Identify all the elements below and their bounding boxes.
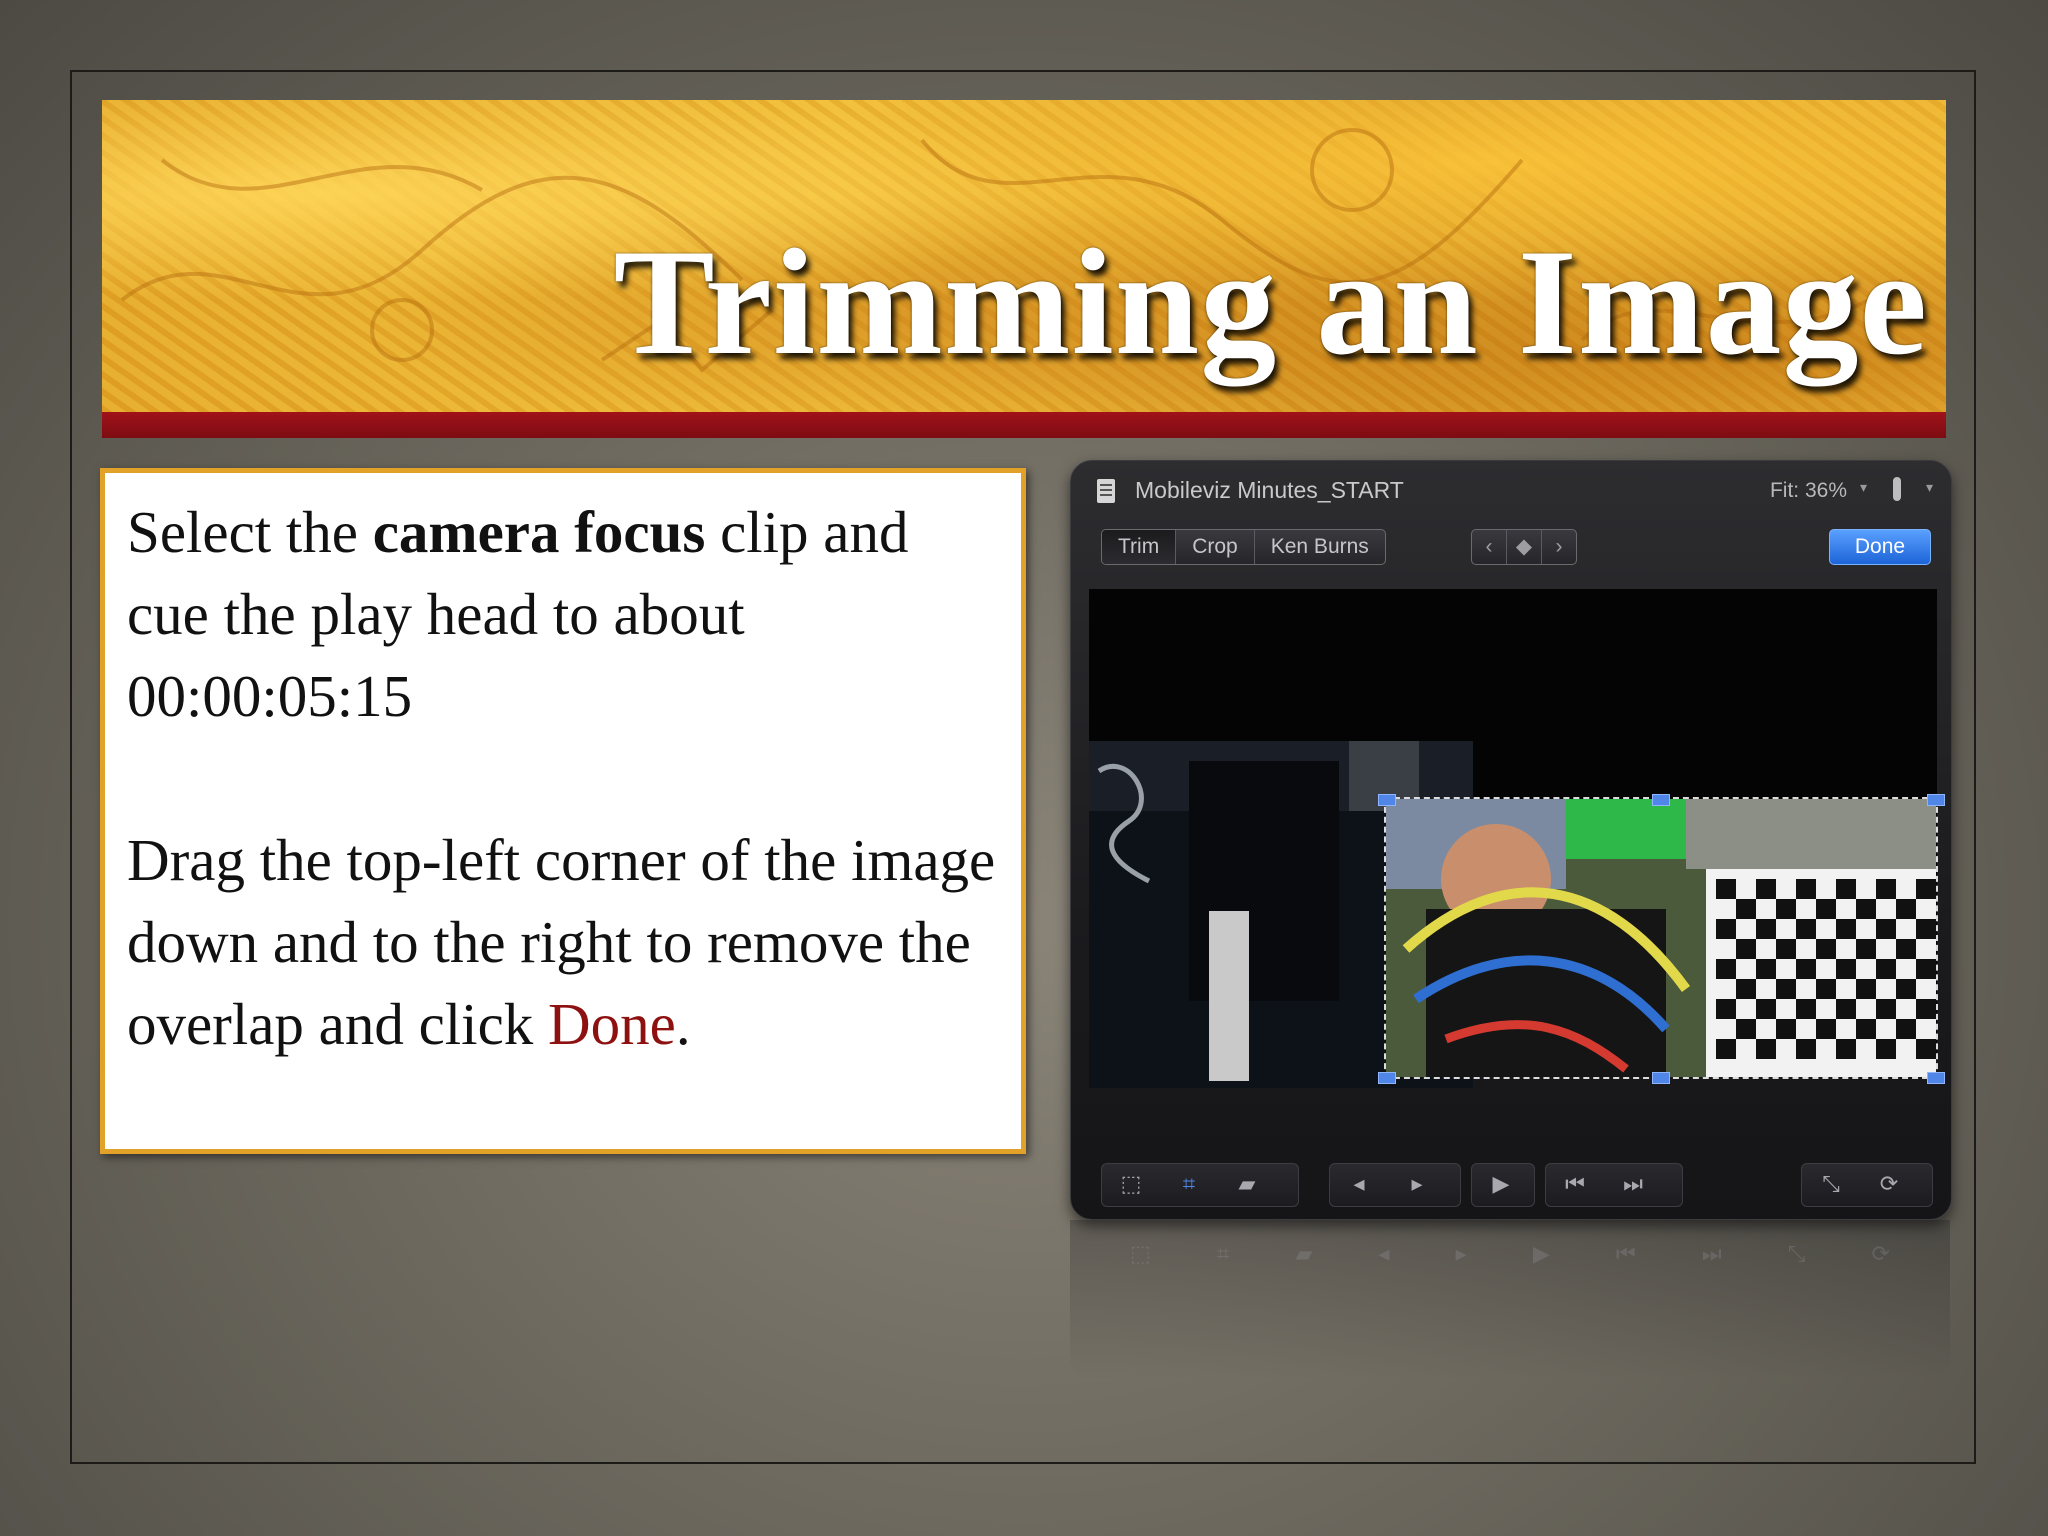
trim-handle-top-left[interactable] xyxy=(1378,794,1396,806)
tab-crop[interactable]: Crop xyxy=(1176,530,1255,564)
chevron-down-icon[interactable]: ▾ xyxy=(1926,479,1933,496)
clip-name-emphasis: camera focus xyxy=(372,499,706,565)
jump-controls: ⏮ ⏭ xyxy=(1545,1163,1683,1207)
chevron-right-icon[interactable]: › xyxy=(1542,530,1576,564)
window-reflection: ⬚ ⌗ ▰ ◂ ▸ ▶ ⏮ ⏭ ⤡ ⟳ xyxy=(1070,1220,1950,1380)
go-to-start-icon: ⏮ xyxy=(1615,1242,1636,1267)
distort-icon[interactable]: ▰ xyxy=(1218,1164,1276,1206)
go-to-start-icon[interactable]: ⏮ xyxy=(1546,1164,1604,1206)
reflected-controls: ⬚ ⌗ ▰ ◂ ▸ ▶ ⏮ ⏭ ⤡ ⟳ xyxy=(1130,1242,1890,1267)
fullscreen-icon[interactable]: ⤡ xyxy=(1802,1164,1860,1206)
instruction-step-2: Drag the top-left corner of the image do… xyxy=(127,819,999,1065)
tab-trim[interactable]: Trim xyxy=(1102,530,1177,564)
keyframe-nav: ‹ ◆ › xyxy=(1471,529,1577,565)
tab-ken-burns[interactable]: Ken Burns xyxy=(1255,530,1385,564)
step-back-icon[interactable]: ◂ xyxy=(1330,1164,1388,1206)
instruction-text: Select the xyxy=(127,499,373,565)
thermometer-icon[interactable] xyxy=(1893,477,1901,501)
step-forward-icon[interactable]: ▸ xyxy=(1388,1164,1446,1206)
transform-mode-tabs: Trim Crop Ken Burns xyxy=(1101,529,1386,565)
trim-handle-bottom[interactable] xyxy=(1652,1072,1670,1084)
camera-focus-clip-image[interactable] xyxy=(1384,797,1938,1079)
chevron-left-icon[interactable]: ‹ xyxy=(1472,530,1507,564)
distort-icon: ▰ xyxy=(1295,1242,1313,1267)
trim-handle-bottom-right[interactable] xyxy=(1927,1072,1945,1084)
done-reference: Done xyxy=(548,991,676,1057)
document-icon xyxy=(1097,479,1115,503)
app-window: Mobileviz Minutes_START Fit: 36% ▾ ▾ Tri… xyxy=(1070,460,1952,1220)
play-control: ▶ xyxy=(1471,1163,1535,1207)
frame-icon: ⬚ xyxy=(1130,1242,1151,1267)
instruction-text: . xyxy=(675,991,691,1057)
fullscreen-icon: ⤡ xyxy=(1787,1242,1806,1267)
step-controls: ◂ ▸ xyxy=(1329,1163,1461,1207)
step-back-icon: ◂ xyxy=(1378,1242,1390,1267)
instructions-box: Select the camera focus clip and cue the… xyxy=(100,468,1026,1154)
done-button[interactable]: Done xyxy=(1829,529,1931,565)
chevron-down-icon[interactable]: ▾ xyxy=(1860,479,1867,496)
trim-handle-top-right[interactable] xyxy=(1927,794,1945,806)
go-to-end-icon[interactable]: ⏭ xyxy=(1604,1164,1662,1206)
playback-controls: ⬚ ⌗ ▰ ◂ ▸ ▶ ⏮ ⏭ ⤡ ⟳ xyxy=(1101,1163,1933,1207)
keyframe-icon[interactable]: ◆ xyxy=(1507,530,1542,564)
title-banner: Trimming an Image xyxy=(102,100,1946,412)
instruction-step-1: Select the camera focus clip and cue the… xyxy=(127,491,999,737)
crop-icon: ⌗ xyxy=(1216,1242,1230,1267)
trim-handle-bottom-left[interactable] xyxy=(1378,1072,1396,1084)
play-icon[interactable]: ▶ xyxy=(1472,1164,1530,1206)
document-title: Mobileviz Minutes_START xyxy=(1135,477,1404,503)
video-viewer[interactable] xyxy=(1089,589,1945,1088)
banner-underline-bar xyxy=(102,412,1946,438)
frame-icon[interactable]: ⬚ xyxy=(1102,1164,1160,1206)
loop-icon: ⟳ xyxy=(1871,1242,1890,1267)
window-titlebar: Mobileviz Minutes_START Fit: 36% ▾ ▾ xyxy=(1071,461,1951,523)
transform-tools: ⬚ ⌗ ▰ xyxy=(1101,1163,1299,1207)
fit-zoom-label[interactable]: Fit: 36% xyxy=(1770,479,1847,503)
play-icon: ▶ xyxy=(1532,1242,1550,1267)
go-to-end-icon: ⏭ xyxy=(1701,1242,1722,1267)
trim-handle-top[interactable] xyxy=(1652,794,1670,806)
step-forward-icon: ▸ xyxy=(1455,1242,1467,1267)
slide-title: Trimming an Image xyxy=(613,218,1928,386)
view-controls: ⤡ ⟳ xyxy=(1801,1163,1933,1207)
crop-icon[interactable]: ⌗ xyxy=(1160,1164,1218,1206)
loop-icon[interactable]: ⟳ xyxy=(1860,1164,1918,1206)
